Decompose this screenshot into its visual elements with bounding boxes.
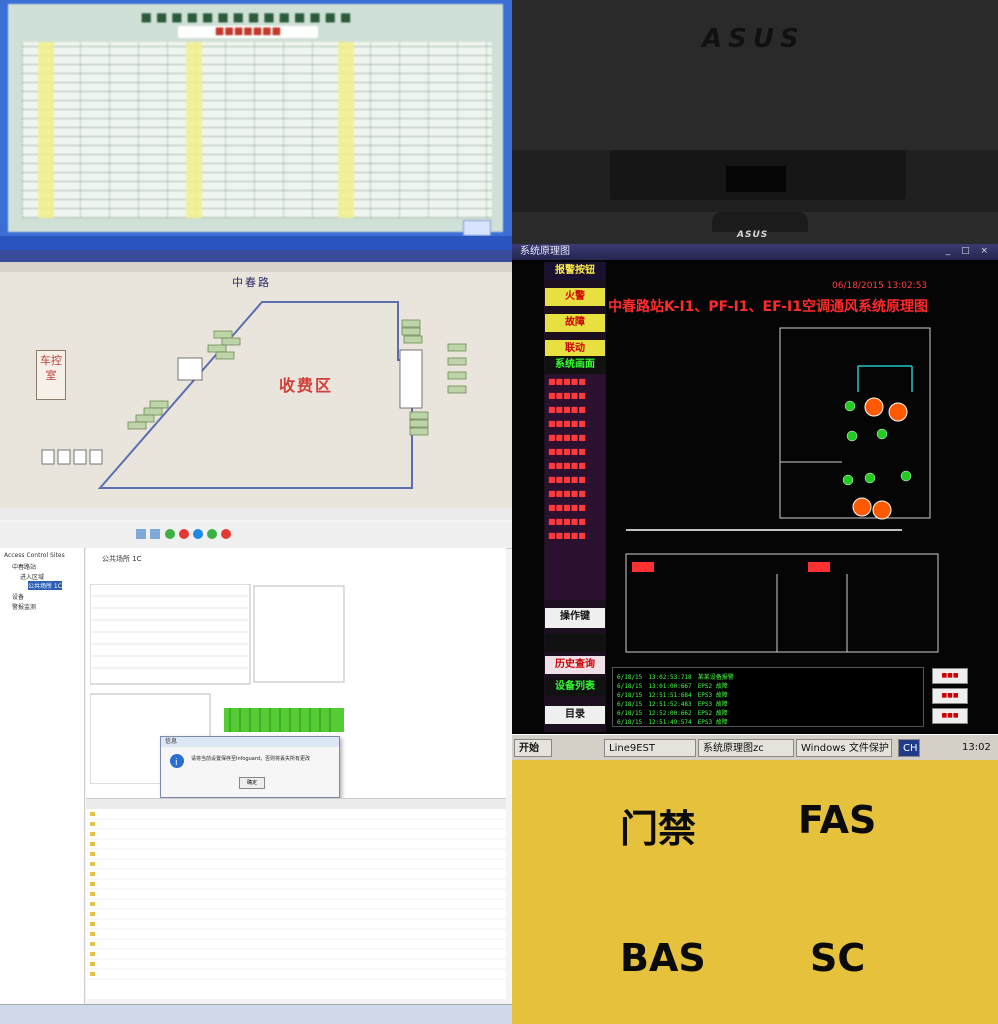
sheet-button[interactable] xyxy=(463,220,491,236)
spreadsheet-subtitle-blurred: ■■■■■■■ xyxy=(178,26,318,38)
toll-zone-label: 收费区 xyxy=(279,376,334,395)
brand-logo: ASUS xyxy=(702,24,805,54)
taskbar-item-diagram[interactable]: 系统原理图zc xyxy=(698,739,794,757)
label-access-control: 门禁 xyxy=(620,807,697,851)
monitor-port xyxy=(726,166,786,192)
operation-key-button[interactable]: 操作键 xyxy=(545,608,605,628)
data-grid xyxy=(22,42,492,218)
monitor-photo-panel: ASUS ASUS xyxy=(512,0,998,244)
event-log[interactable]: 6/18/15 13:02:53:718 某某设备报警 6/18/15 13:0… xyxy=(612,667,924,727)
windows-taskbar xyxy=(0,1004,512,1024)
svg-text:■■■■■: ■■■■■ xyxy=(548,531,586,540)
dialog-message: 请将当前设置保存至Infoguard，否则将丢失所有更改 xyxy=(191,756,311,762)
label-panel: 门禁 FAS BAS SC xyxy=(512,760,998,1024)
device-list-button[interactable]: 设备列表 xyxy=(545,678,605,696)
ducts-area xyxy=(625,553,939,653)
sidebar-menu-list[interactable]: ■■■■■ ■■■■■ ■■■■■ ■■■■■ ■■■■■ ■■■■■ ■■■■■ ■■■… xyxy=(545,374,605,600)
label-sc: SC xyxy=(810,936,866,980)
svg-text:■■■■■: ■■■■■ xyxy=(548,405,586,414)
highlight-column xyxy=(186,42,202,218)
spreadsheet-window: ■■■■■■■■■■■■■■ ■■■■■■■ xyxy=(8,4,503,236)
svg-text:i: i xyxy=(175,758,178,768)
event-row: 6/18/15 12:51:52:483 EPS3 故障 xyxy=(617,701,728,708)
event-row: 6/18/15 13:02:53:718 某某设备报警 xyxy=(617,674,734,681)
taskbar-clock: 13:02 xyxy=(962,742,991,753)
tree-root[interactable]: Access Control Sites xyxy=(4,552,65,559)
diagram-title: 中春路站K-I1、PF-I1、EF-I1空调通风系统原理图 xyxy=(608,299,929,315)
event-row: 6/18/15 12:52:00:662 EPS2 故障 xyxy=(617,710,728,717)
event-log-table[interactable] xyxy=(86,798,506,999)
event-row: 6/18/15 12:51:49:574 EPS3 故障 xyxy=(617,719,728,726)
svg-text:■■■■■: ■■■■■ xyxy=(548,517,586,526)
bas-panel: 中春路 车控室 收费区 xyxy=(0,250,512,508)
silence-button[interactable]: ■■■ xyxy=(932,688,968,704)
taskbar xyxy=(0,236,512,250)
tree-item[interactable]: 中春路站 xyxy=(12,562,36,571)
windows-taskbar: 开始 Line9EST 系统原理图zc Windows 文件保护 CH 13:0… xyxy=(512,734,998,760)
tree-item[interactable]: 警报监测 xyxy=(12,602,36,611)
label-fas: FAS xyxy=(798,798,877,842)
site-tree[interactable]: Access Control Sites 中春路站 进入区域 公共场所 1C 设… xyxy=(0,548,85,1008)
fire-damper-ef2 xyxy=(808,562,830,572)
label-bas: BAS xyxy=(620,936,706,980)
toolbar-icons xyxy=(136,529,231,539)
control-room-label[interactable]: 车控室 xyxy=(36,350,66,400)
monitor-foot xyxy=(712,212,808,232)
highlight-column xyxy=(338,42,354,218)
hvac-schematic xyxy=(625,327,939,653)
svg-text:■■■■■: ■■■■■ xyxy=(548,475,586,484)
spreadsheet-title-blurred: ■■■■■■■■■■■■■■ xyxy=(140,10,356,24)
access-control-panel: Access Control Sites 中春路站 进入区域 公共场所 1C 设… xyxy=(0,508,512,1024)
system-screen-button[interactable]: 系统画面 xyxy=(545,356,605,374)
ok-button[interactable]: 确定 xyxy=(239,777,265,789)
sc-spreadsheet-panel: ■■■■■■■■■■■■■■ ■■■■■■■ xyxy=(0,0,512,250)
language-indicator[interactable]: CH xyxy=(898,739,920,757)
gate-icons xyxy=(41,349,423,465)
fas-titlebar: 系统原理图 xyxy=(512,244,998,260)
tree-item-selected[interactable]: 公共场所 1C xyxy=(28,581,62,590)
brand-logo-small: ASUS xyxy=(737,230,769,240)
tree-item[interactable]: 设备 xyxy=(12,592,24,601)
svg-text:■■■■■: ■■■■■ xyxy=(548,419,586,428)
start-button[interactable]: 开始 xyxy=(514,739,552,757)
fan-units xyxy=(852,397,908,520)
svg-text:■■■■■: ■■■■■ xyxy=(548,503,586,512)
window-controls[interactable]: _ □ × xyxy=(946,246,992,256)
station-outline xyxy=(97,301,413,489)
svg-text:■■■■■: ■■■■■ xyxy=(548,461,586,470)
fire-alarm-button[interactable]: 火警 xyxy=(545,288,605,306)
right-button-group: ■■■ ■■■ ■■■ xyxy=(932,668,992,728)
alarm-button-header[interactable]: 报警按钮 xyxy=(545,262,605,280)
event-row: 6/18/15 13:01:00:667 EPS2 故障 xyxy=(617,683,728,690)
window-titlebar xyxy=(0,250,512,262)
info-dialog: 信息 i 请将当前设置保存至Infoguard，否则将丢失所有更改 确定 xyxy=(160,736,340,798)
fire-damper-ef xyxy=(632,562,654,572)
equipment-room xyxy=(779,327,931,519)
reset-button[interactable]: ■■■ xyxy=(932,708,968,724)
tree-item[interactable]: 进入区域 xyxy=(20,572,44,581)
history-query-button[interactable]: 历史查询 xyxy=(545,656,605,674)
menu-bar[interactable] xyxy=(0,262,512,272)
menu-bar[interactable] xyxy=(0,508,512,520)
history-query-button-alt[interactable] xyxy=(545,634,605,652)
fas-panel: 系统原理图 _ □ × 报警按钮 火警 故障 联动 系统画面 ■■■■■ ■■■■… xyxy=(512,244,998,760)
taskbar-item-line9est[interactable]: Line9EST xyxy=(604,739,696,757)
toolbar[interactable] xyxy=(0,522,512,549)
highlight-column xyxy=(38,42,54,218)
svg-text:■■■■■: ■■■■■ xyxy=(548,377,586,386)
ack-button[interactable]: ■■■ xyxy=(932,668,968,684)
details-header: 公共场所 1C xyxy=(102,555,142,563)
datetime: 06/18/2015 13:02:53 xyxy=(832,281,928,291)
taskbar-item-file-protect[interactable]: Windows 文件保护 xyxy=(796,739,892,757)
directory-button[interactable]: 目录 xyxy=(545,706,605,724)
svg-text:■■■■■: ■■■■■ xyxy=(548,489,586,498)
fault-button[interactable]: 故障 xyxy=(545,314,605,332)
dialog-title: 信息 xyxy=(161,737,339,747)
floor-plan xyxy=(41,301,467,489)
svg-text:■■■■■: ■■■■■ xyxy=(548,391,586,400)
info-icon: i xyxy=(170,754,184,768)
event-row: 6/18/15 12:51:51:684 EPS3 故障 xyxy=(617,692,728,699)
svg-text:■■■■■: ■■■■■ xyxy=(548,447,586,456)
svg-text:■■■■■: ■■■■■ xyxy=(548,433,586,442)
